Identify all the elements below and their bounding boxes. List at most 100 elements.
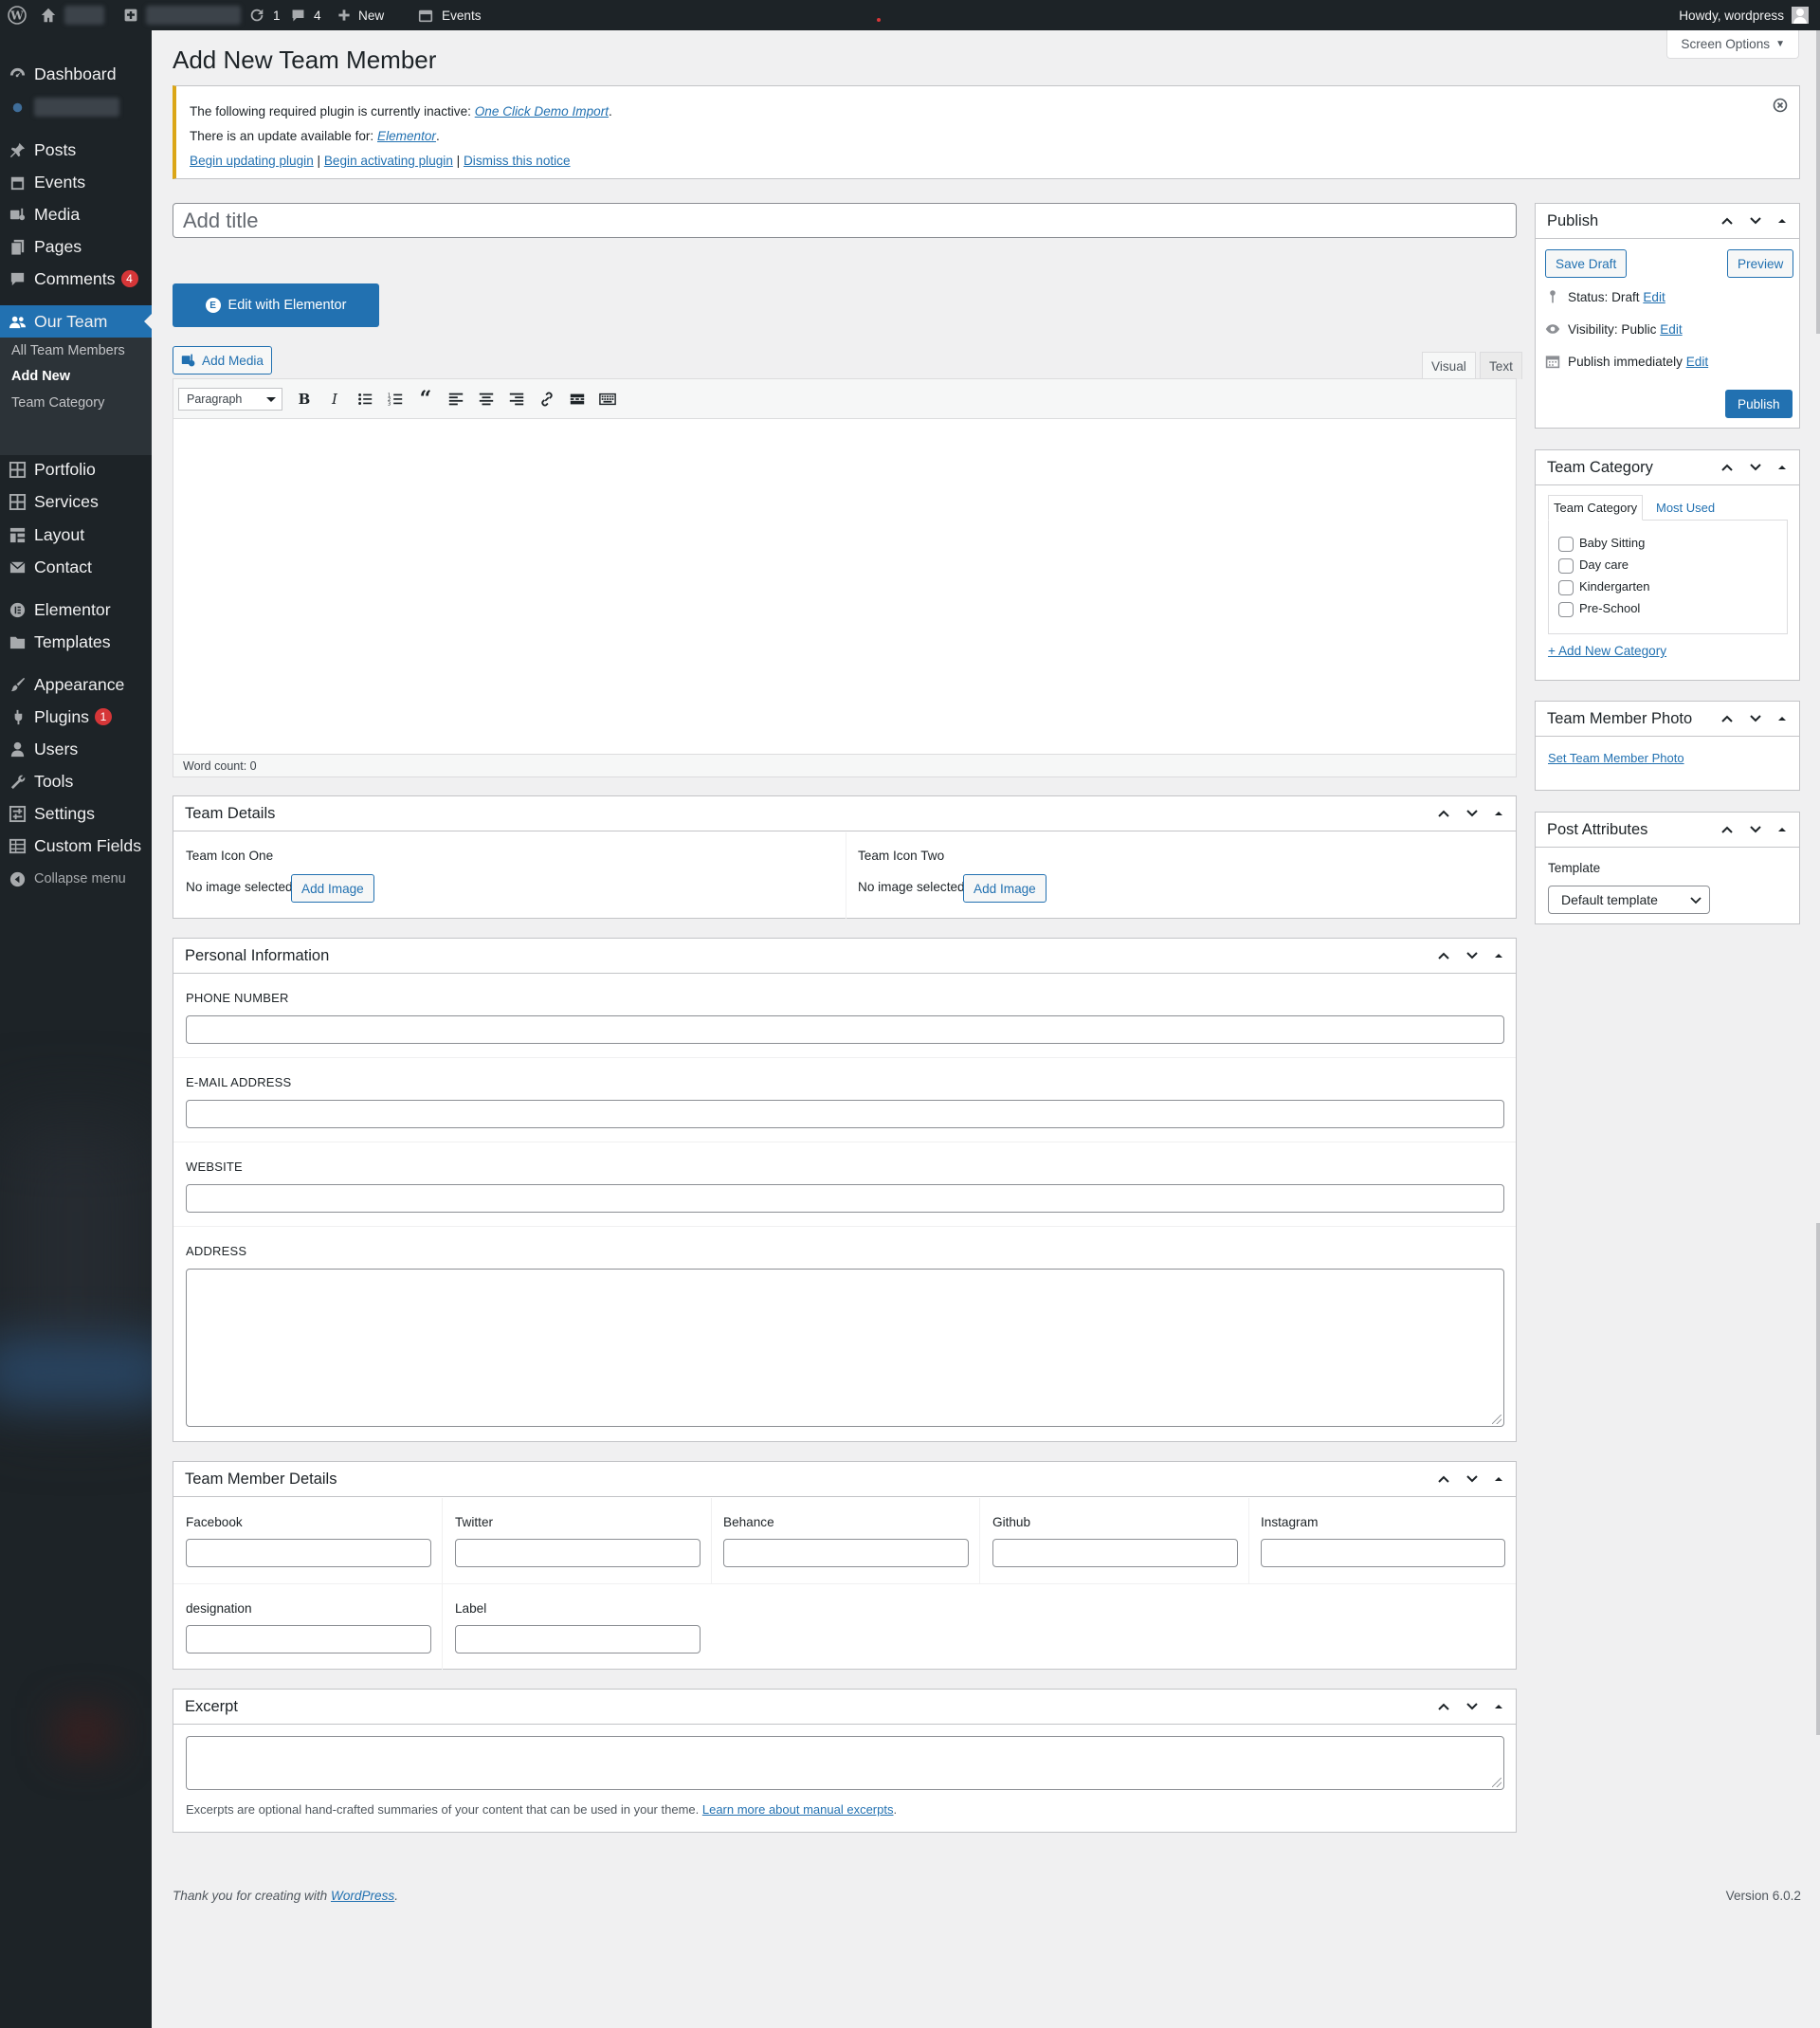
submenu-team-category[interactable]: Team Category: [11, 395, 104, 411]
my-account-menu[interactable]: Howdy, wordpress: [1679, 0, 1809, 30]
sidebar-item-portfolio[interactable]: Portfolio: [0, 453, 152, 485]
numbered-list-icon[interactable]: 123: [387, 391, 404, 408]
move-up-icon[interactable]: [1436, 1471, 1451, 1487]
sidebar-item-our-team[interactable]: Our Team: [0, 305, 152, 338]
phone-number-input[interactable]: [186, 1015, 1504, 1044]
collapse-toggle-icon[interactable]: [1493, 950, 1504, 961]
sidebar-item-custom-fields[interactable]: Custom Fields: [0, 830, 152, 862]
preview-button[interactable]: Preview: [1727, 249, 1794, 278]
sidebar-item-comments[interactable]: Comments 4: [0, 263, 152, 295]
team-icon-two-add-image-button[interactable]: Add Image: [963, 874, 1046, 903]
move-down-icon[interactable]: [1748, 711, 1763, 726]
sidebar-item-elementor[interactable]: Elementor: [0, 594, 152, 626]
comments-link[interactable]: 4: [290, 0, 321, 30]
customize-icon[interactable]: [123, 0, 241, 30]
elementor-link[interactable]: Elementor: [377, 129, 436, 143]
sidebar-item-settings[interactable]: Settings: [0, 797, 152, 830]
collapse-menu-button[interactable]: Collapse menu: [0, 863, 152, 895]
move-up-icon[interactable]: [1436, 806, 1451, 821]
team-member-photo-header[interactable]: Team Member Photo: [1536, 702, 1799, 737]
move-down-icon[interactable]: [1465, 948, 1480, 963]
move-up-icon[interactable]: [1436, 1699, 1451, 1714]
sidebar-item-appearance[interactable]: Appearance: [0, 668, 152, 701]
toolbar-toggle-icon[interactable]: [599, 391, 616, 408]
post-attributes-header[interactable]: Post Attributes: [1536, 813, 1799, 848]
personal-information-header[interactable]: Personal Information: [173, 939, 1516, 974]
read-more-icon[interactable]: [569, 391, 586, 408]
align-right-icon[interactable]: [508, 391, 525, 408]
wordpress-logo-icon[interactable]: W: [8, 0, 27, 30]
collapse-toggle-icon[interactable]: [1776, 713, 1788, 724]
collapse-toggle-icon[interactable]: [1493, 1473, 1504, 1485]
move-up-icon[interactable]: [1720, 822, 1735, 837]
scrollbar-thumb[interactable]: [1816, 1223, 1820, 1735]
new-content-link[interactable]: New: [337, 0, 384, 30]
website-input[interactable]: [186, 1184, 1504, 1213]
add-new-category-link[interactable]: + Add New Category: [1548, 644, 1666, 658]
email-address-input[interactable]: [186, 1100, 1504, 1128]
move-up-icon[interactable]: [1436, 948, 1451, 963]
bulleted-list-icon[interactable]: [356, 391, 373, 408]
sidebar-item-plugins[interactable]: Plugins 1: [0, 701, 152, 733]
sidebar-item-dashboard[interactable]: Dashboard: [0, 58, 152, 90]
move-down-icon[interactable]: [1748, 822, 1763, 837]
github-input[interactable]: [992, 1539, 1238, 1567]
team-details-header[interactable]: Team Details: [173, 796, 1516, 831]
resize-handle-icon[interactable]: [1492, 1415, 1502, 1424]
checkbox[interactable]: [1558, 557, 1574, 574]
learn-more-excerpts-link[interactable]: Learn more about manual excerpts: [702, 1802, 894, 1817]
sidebar-item-layout[interactable]: Layout: [0, 519, 152, 551]
dismiss-notice-link[interactable]: Dismiss this notice: [464, 154, 571, 168]
checkbox[interactable]: [1558, 536, 1574, 552]
excerpt-textarea[interactable]: [186, 1736, 1504, 1790]
move-up-icon[interactable]: [1720, 213, 1735, 228]
wordpress-link[interactable]: WordPress: [331, 1889, 394, 1903]
collapse-toggle-icon[interactable]: [1493, 1701, 1504, 1712]
edit-publish-date-link[interactable]: Edit: [1686, 355, 1708, 369]
move-up-icon[interactable]: [1720, 711, 1735, 726]
sidebar-item-tools[interactable]: Tools: [0, 765, 152, 797]
category-item-baby-sitting[interactable]: Baby Sitting: [1558, 536, 1645, 552]
move-down-icon[interactable]: [1748, 460, 1763, 475]
category-item-day-care[interactable]: Day care: [1558, 557, 1629, 574]
submenu-all-team-members[interactable]: All Team Members: [11, 343, 125, 358]
begin-updating-plugin-link[interactable]: Begin updating plugin: [190, 154, 314, 168]
label-input[interactable]: [455, 1625, 701, 1653]
publish-header[interactable]: Publish: [1536, 204, 1799, 239]
collapse-toggle-icon[interactable]: [1776, 824, 1788, 835]
screen-options-button[interactable]: Screen Options ▼: [1666, 30, 1799, 59]
sidebar-item-posts[interactable]: Posts: [0, 134, 152, 166]
sidebar-item-templates[interactable]: Templates: [0, 626, 152, 658]
begin-activating-plugin-link[interactable]: Begin activating plugin: [324, 154, 453, 168]
site-home-icon[interactable]: [40, 0, 104, 30]
sidebar-item-pages[interactable]: Pages: [0, 230, 152, 263]
publish-button[interactable]: Publish: [1725, 390, 1793, 418]
behance-input[interactable]: [723, 1539, 969, 1567]
category-item-kindergarten[interactable]: Kindergarten: [1558, 579, 1649, 595]
collapse-toggle-icon[interactable]: [1776, 215, 1788, 227]
events-link[interactable]: Events: [417, 0, 482, 30]
collapse-toggle-icon[interactable]: [1776, 462, 1788, 473]
team-icon-one-add-image-button[interactable]: Add Image: [291, 874, 374, 903]
post-title-input[interactable]: Add title: [173, 203, 1517, 238]
move-up-icon[interactable]: [1720, 460, 1735, 475]
align-center-icon[interactable]: [478, 391, 495, 408]
twitter-input[interactable]: [455, 1539, 701, 1567]
excerpt-header[interactable]: Excerpt: [173, 1690, 1516, 1725]
sidebar-item-blurred[interactable]: [0, 91, 152, 123]
add-media-button[interactable]: Add Media: [173, 346, 272, 375]
move-down-icon[interactable]: [1748, 213, 1763, 228]
checkbox[interactable]: [1558, 579, 1574, 595]
bold-icon[interactable]: B: [296, 391, 313, 408]
sidebar-item-users[interactable]: Users: [0, 733, 152, 765]
updates-link[interactable]: 1: [248, 0, 281, 30]
tab-visual[interactable]: Visual: [1422, 352, 1476, 379]
edit-status-link[interactable]: Edit: [1643, 290, 1665, 304]
one-click-demo-import-link[interactable]: One Click Demo Import: [475, 104, 609, 119]
submenu-add-new[interactable]: Add New: [11, 369, 70, 384]
notice-close-icon[interactable]: [1773, 98, 1788, 113]
edit-visibility-link[interactable]: Edit: [1660, 322, 1682, 337]
italic-icon[interactable]: I: [326, 391, 343, 408]
collapse-toggle-icon[interactable]: [1493, 808, 1504, 819]
instagram-input[interactable]: [1261, 1539, 1505, 1567]
